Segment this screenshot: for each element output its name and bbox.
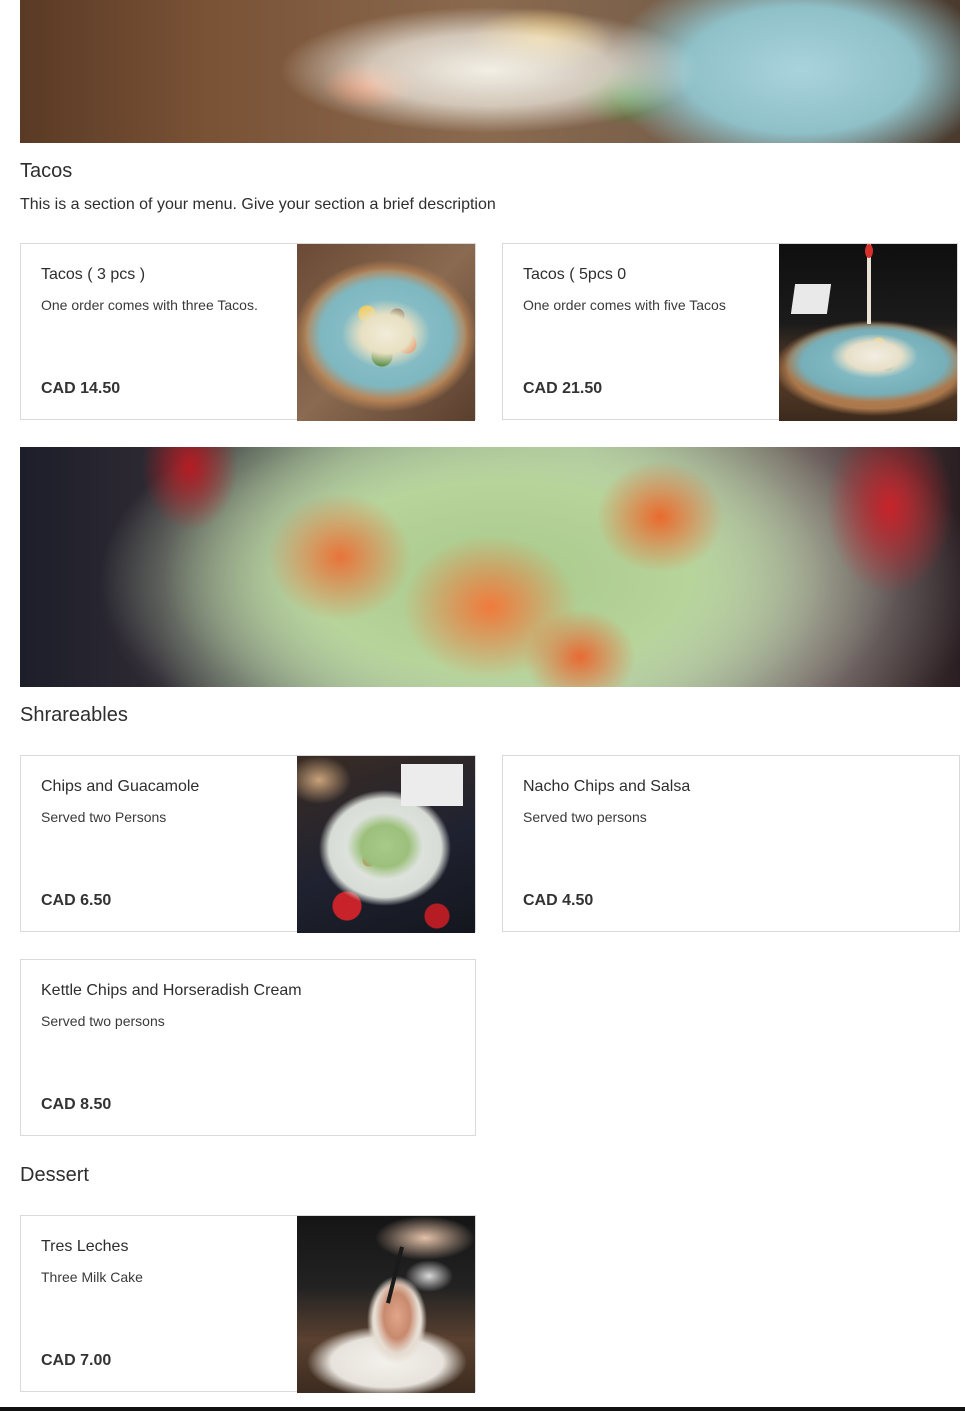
section-title-shareables: Shrareables [20,704,128,726]
page-bottom-border [0,1407,965,1411]
menu-item-price: CAD 6.50 [41,892,112,909]
section-title-tacos: Tacos [20,160,73,182]
menu-item-price: CAD 7.00 [41,1352,112,1369]
menu-item-name: Kettle Chips and Horseradish Cream [41,982,302,999]
table-card-graphic [790,284,832,314]
menu-item-description: One order comes with three Tacos. [41,297,258,313]
menu-item-photo [779,244,957,421]
menu-item-photo [297,244,475,421]
tacos-banner-image [20,0,960,143]
menu-item-card[interactable]: Tacos ( 3 pcs ) One order comes with thr… [20,243,476,421]
menu-item-price: CAD 21.50 [523,380,603,397]
menu-item-name: Nacho Chips and Salsa [523,778,691,795]
menu-item-description: Served two Persons [41,809,167,825]
menu-item-card[interactable]: Nacho Chips and Salsa Served two persons… [502,755,960,932]
menu-item-photo [297,1216,475,1393]
menu-item-description: Served two persons [523,809,647,825]
spoon-graphic [386,1246,404,1304]
menu-item-photo [297,756,475,933]
menu-item-card[interactable]: Tres Leches Three Milk Cake CAD 7.00 [20,1215,476,1393]
shareables-banner-image [20,447,960,687]
menu-item-name: Tres Leches [41,1238,129,1255]
flame-graphic [865,244,873,258]
menu-item-price: CAD 8.50 [41,1096,112,1113]
section-description-tacos: This is a section of your menu. Give you… [20,196,496,213]
section-title-dessert: Dessert [20,1164,89,1186]
menu-item-card[interactable]: Kettle Chips and Horseradish Cream Serve… [20,959,476,1136]
menu-item-name: Tacos ( 3 pcs ) [41,266,146,283]
menu-item-name: Tacos ( 5pcs 0 [523,266,627,283]
menu-item-card[interactable]: Chips and Guacamole Served two Persons C… [20,755,476,933]
menu-item-price: CAD 4.50 [523,892,594,909]
table-card-graphic [401,764,463,806]
menu-item-card[interactable]: Tacos ( 5pcs 0 One order comes with five… [502,243,958,421]
menu-item-description: Three Milk Cake [41,1269,143,1285]
menu-item-name: Chips and Guacamole [41,778,200,795]
menu-item-price: CAD 14.50 [41,380,121,397]
menu-item-description: One order comes with five Tacos [523,297,726,313]
menu-item-description: Served two persons [41,1013,165,1029]
